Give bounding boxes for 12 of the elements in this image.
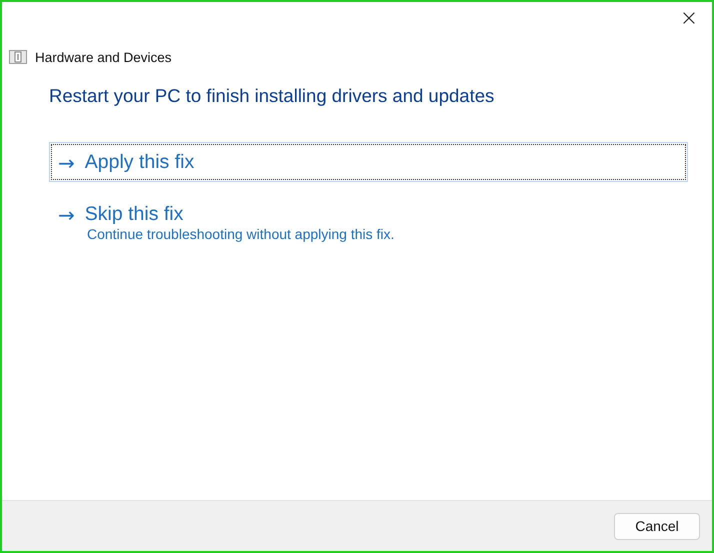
fix-option[interactable]: → Apply this fix bbox=[49, 142, 688, 182]
window-title: Hardware and Devices bbox=[35, 50, 172, 64]
option-title: Skip this fix bbox=[84, 203, 184, 226]
cancel-button[interactable]: Cancel bbox=[614, 512, 700, 540]
close-button[interactable]: × bbox=[666, 2, 712, 36]
heading: Restart your PC to finish installing drivers and updates bbox=[49, 85, 496, 107]
option-title: Apply this fix bbox=[84, 151, 194, 174]
arrow-icon: → bbox=[58, 152, 75, 172]
fix-option[interactable]: → Skip this fix Continue troubleshooting without applying this fix. bbox=[49, 192, 688, 253]
document-icon bbox=[9, 50, 27, 64]
arrow-icon: → bbox=[58, 204, 75, 224]
option-description: Continue troubleshooting without applying this fix. bbox=[87, 226, 396, 242]
